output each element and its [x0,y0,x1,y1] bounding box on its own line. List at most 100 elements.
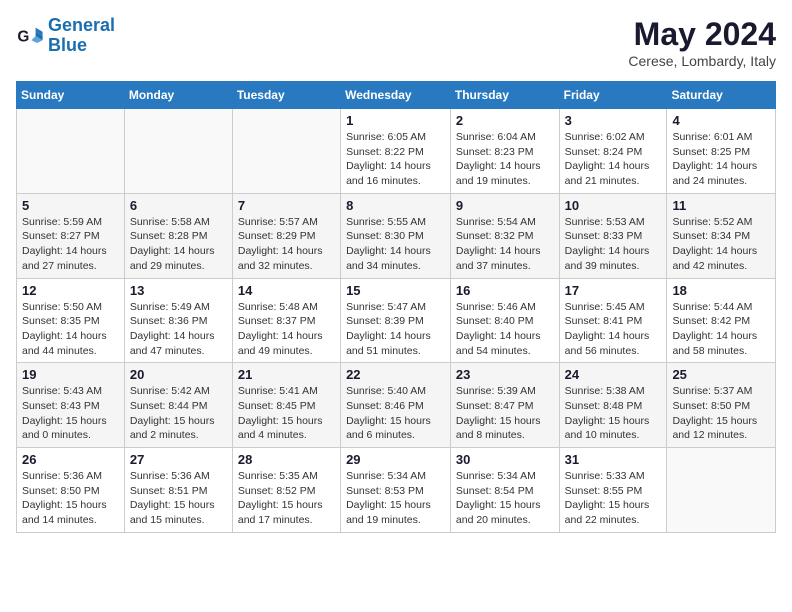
calendar-cell: 13 Sunrise: 5:49 AM Sunset: 8:36 PM Dayli… [124,278,232,363]
day-number: 1 [346,113,445,128]
day-number: 13 [130,283,227,298]
calendar-cell: 16 Sunrise: 5:46 AM Sunset: 8:40 PM Dayli… [450,278,559,363]
day-info: Sunrise: 6:04 AM Sunset: 8:23 PM Dayligh… [456,130,554,189]
day-number: 26 [22,452,119,467]
calendar-cell [232,109,340,194]
calendar-week-row: 26 Sunrise: 5:36 AM Sunset: 8:50 PM Dayli… [17,448,776,533]
logo: G General Blue [16,16,115,56]
weekday-header-tuesday: Tuesday [232,82,340,109]
calendar-cell: 31Sunrise: 5:33 AM Sunset: 8:55 PM Dayli… [559,448,667,533]
day-number: 6 [130,198,227,213]
day-info: Sunrise: 5:44 AM Sunset: 8:42 PM Dayligh… [672,300,770,359]
day-info: Sunrise: 5:59 AM Sunset: 8:27 PM Dayligh… [22,215,119,274]
logo-text: General Blue [48,16,115,56]
calendar-cell: 7 Sunrise: 5:57 AM Sunset: 8:29 PM Daylig… [232,193,340,278]
day-number: 4 [672,113,770,128]
calendar-week-row: 1Sunrise: 6:05 AM Sunset: 8:22 PM Daylig… [17,109,776,194]
day-number: 9 [456,198,554,213]
calendar-cell [667,448,776,533]
day-number: 27 [130,452,227,467]
calendar-week-row: 19 Sunrise: 5:43 AM Sunset: 8:43 PM Dayli… [17,363,776,448]
calendar-week-row: 5Sunrise: 5:59 AM Sunset: 8:27 PM Daylig… [17,193,776,278]
calendar-cell [124,109,232,194]
title-block: May 2024 Cerese, Lombardy, Italy [628,16,776,69]
calendar-cell: 14Sunrise: 5:48 AM Sunset: 8:37 PM Dayli… [232,278,340,363]
calendar-cell: 25Sunrise: 5:37 AM Sunset: 8:50 PM Dayli… [667,363,776,448]
calendar-cell: 20 Sunrise: 5:42 AM Sunset: 8:44 PM Dayli… [124,363,232,448]
calendar-cell: 12 Sunrise: 5:50 AM Sunset: 8:35 PM Dayli… [17,278,125,363]
day-info: Sunrise: 5:58 AM Sunset: 8:28 PM Dayligh… [130,215,227,274]
calendar-cell: 6 Sunrise: 5:58 AM Sunset: 8:28 PM Daylig… [124,193,232,278]
day-info: Sunrise: 5:35 AM Sunset: 8:52 PM Dayligh… [238,469,335,528]
page-header: G General Blue May 2024 Cerese, Lombardy… [16,16,776,69]
day-number: 14 [238,283,335,298]
day-number: 31 [565,452,662,467]
day-info: Sunrise: 5:52 AM Sunset: 8:34 PM Dayligh… [672,215,770,274]
day-number: 22 [346,367,445,382]
calendar-cell [17,109,125,194]
calendar-cell: 17 Sunrise: 5:45 AM Sunset: 8:41 PM Dayli… [559,278,667,363]
day-number: 7 [238,198,335,213]
calendar-cell: 15 Sunrise: 5:47 AM Sunset: 8:39 PM Dayli… [341,278,451,363]
calendar-cell: 4 Sunrise: 6:01 AM Sunset: 8:25 PM Daylig… [667,109,776,194]
calendar-cell: 18 Sunrise: 5:44 AM Sunset: 8:42 PM Dayli… [667,278,776,363]
day-info: Sunrise: 5:57 AM Sunset: 8:29 PM Dayligh… [238,215,335,274]
calendar-cell: 1Sunrise: 6:05 AM Sunset: 8:22 PM Daylig… [341,109,451,194]
day-info: Sunrise: 6:02 AM Sunset: 8:24 PM Dayligh… [565,130,662,189]
day-number: 16 [456,283,554,298]
day-info: Sunrise: 5:34 AM Sunset: 8:54 PM Dayligh… [456,469,554,528]
calendar-cell: 8 Sunrise: 5:55 AM Sunset: 8:30 PM Daylig… [341,193,451,278]
day-info: Sunrise: 5:55 AM Sunset: 8:30 PM Dayligh… [346,215,445,274]
calendar-week-row: 12 Sunrise: 5:50 AM Sunset: 8:35 PM Dayli… [17,278,776,363]
calendar-cell: 2Sunrise: 6:04 AM Sunset: 8:23 PM Daylig… [450,109,559,194]
day-info: Sunrise: 5:41 AM Sunset: 8:45 PM Dayligh… [238,384,335,443]
calendar-cell: 28 Sunrise: 5:35 AM Sunset: 8:52 PM Dayli… [232,448,340,533]
day-number: 30 [456,452,554,467]
day-number: 17 [565,283,662,298]
day-info: Sunrise: 5:34 AM Sunset: 8:53 PM Dayligh… [346,469,445,528]
day-info: Sunrise: 5:40 AM Sunset: 8:46 PM Dayligh… [346,384,445,443]
location-subtitle: Cerese, Lombardy, Italy [628,53,776,69]
calendar-cell: 27Sunrise: 5:36 AM Sunset: 8:51 PM Dayli… [124,448,232,533]
day-info: Sunrise: 5:54 AM Sunset: 8:32 PM Dayligh… [456,215,554,274]
calendar-cell: 23 Sunrise: 5:39 AM Sunset: 8:47 PM Dayli… [450,363,559,448]
calendar-cell: 30 Sunrise: 5:34 AM Sunset: 8:54 PM Dayli… [450,448,559,533]
day-info: Sunrise: 6:01 AM Sunset: 8:25 PM Dayligh… [672,130,770,189]
day-number: 15 [346,283,445,298]
day-number: 8 [346,198,445,213]
day-info: Sunrise: 5:46 AM Sunset: 8:40 PM Dayligh… [456,300,554,359]
calendar-cell: 22 Sunrise: 5:40 AM Sunset: 8:46 PM Dayli… [341,363,451,448]
day-info: Sunrise: 5:49 AM Sunset: 8:36 PM Dayligh… [130,300,227,359]
day-number: 23 [456,367,554,382]
day-number: 20 [130,367,227,382]
day-number: 18 [672,283,770,298]
day-info: Sunrise: 5:42 AM Sunset: 8:44 PM Dayligh… [130,384,227,443]
calendar-cell: 9 Sunrise: 5:54 AM Sunset: 8:32 PM Daylig… [450,193,559,278]
day-number: 19 [22,367,119,382]
day-number: 21 [238,367,335,382]
calendar-cell: 29 Sunrise: 5:34 AM Sunset: 8:53 PM Dayli… [341,448,451,533]
day-number: 25 [672,367,770,382]
day-number: 24 [565,367,662,382]
calendar-cell: 11 Sunrise: 5:52 AM Sunset: 8:34 PM Dayli… [667,193,776,278]
day-number: 11 [672,198,770,213]
calendar-cell: 21 Sunrise: 5:41 AM Sunset: 8:45 PM Dayli… [232,363,340,448]
calendar-header-row: SundayMondayTuesdayWednesdayThursdayFrid… [17,82,776,109]
day-info: Sunrise: 5:39 AM Sunset: 8:47 PM Dayligh… [456,384,554,443]
calendar-cell: 26 Sunrise: 5:36 AM Sunset: 8:50 PM Dayli… [17,448,125,533]
calendar-cell: 10Sunrise: 5:53 AM Sunset: 8:33 PM Dayli… [559,193,667,278]
weekday-header-sunday: Sunday [17,82,125,109]
day-number: 29 [346,452,445,467]
day-info: Sunrise: 5:45 AM Sunset: 8:41 PM Dayligh… [565,300,662,359]
calendar-cell: 3Sunrise: 6:02 AM Sunset: 8:24 PM Daylig… [559,109,667,194]
logo-icon: G [16,22,44,50]
weekday-header-friday: Friday [559,82,667,109]
day-info: Sunrise: 5:36 AM Sunset: 8:50 PM Dayligh… [22,469,119,528]
day-info: Sunrise: 5:50 AM Sunset: 8:35 PM Dayligh… [22,300,119,359]
day-info: Sunrise: 5:47 AM Sunset: 8:39 PM Dayligh… [346,300,445,359]
day-info: Sunrise: 5:53 AM Sunset: 8:33 PM Dayligh… [565,215,662,274]
day-number: 12 [22,283,119,298]
day-info: Sunrise: 5:43 AM Sunset: 8:43 PM Dayligh… [22,384,119,443]
day-number: 28 [238,452,335,467]
weekday-header-saturday: Saturday [667,82,776,109]
